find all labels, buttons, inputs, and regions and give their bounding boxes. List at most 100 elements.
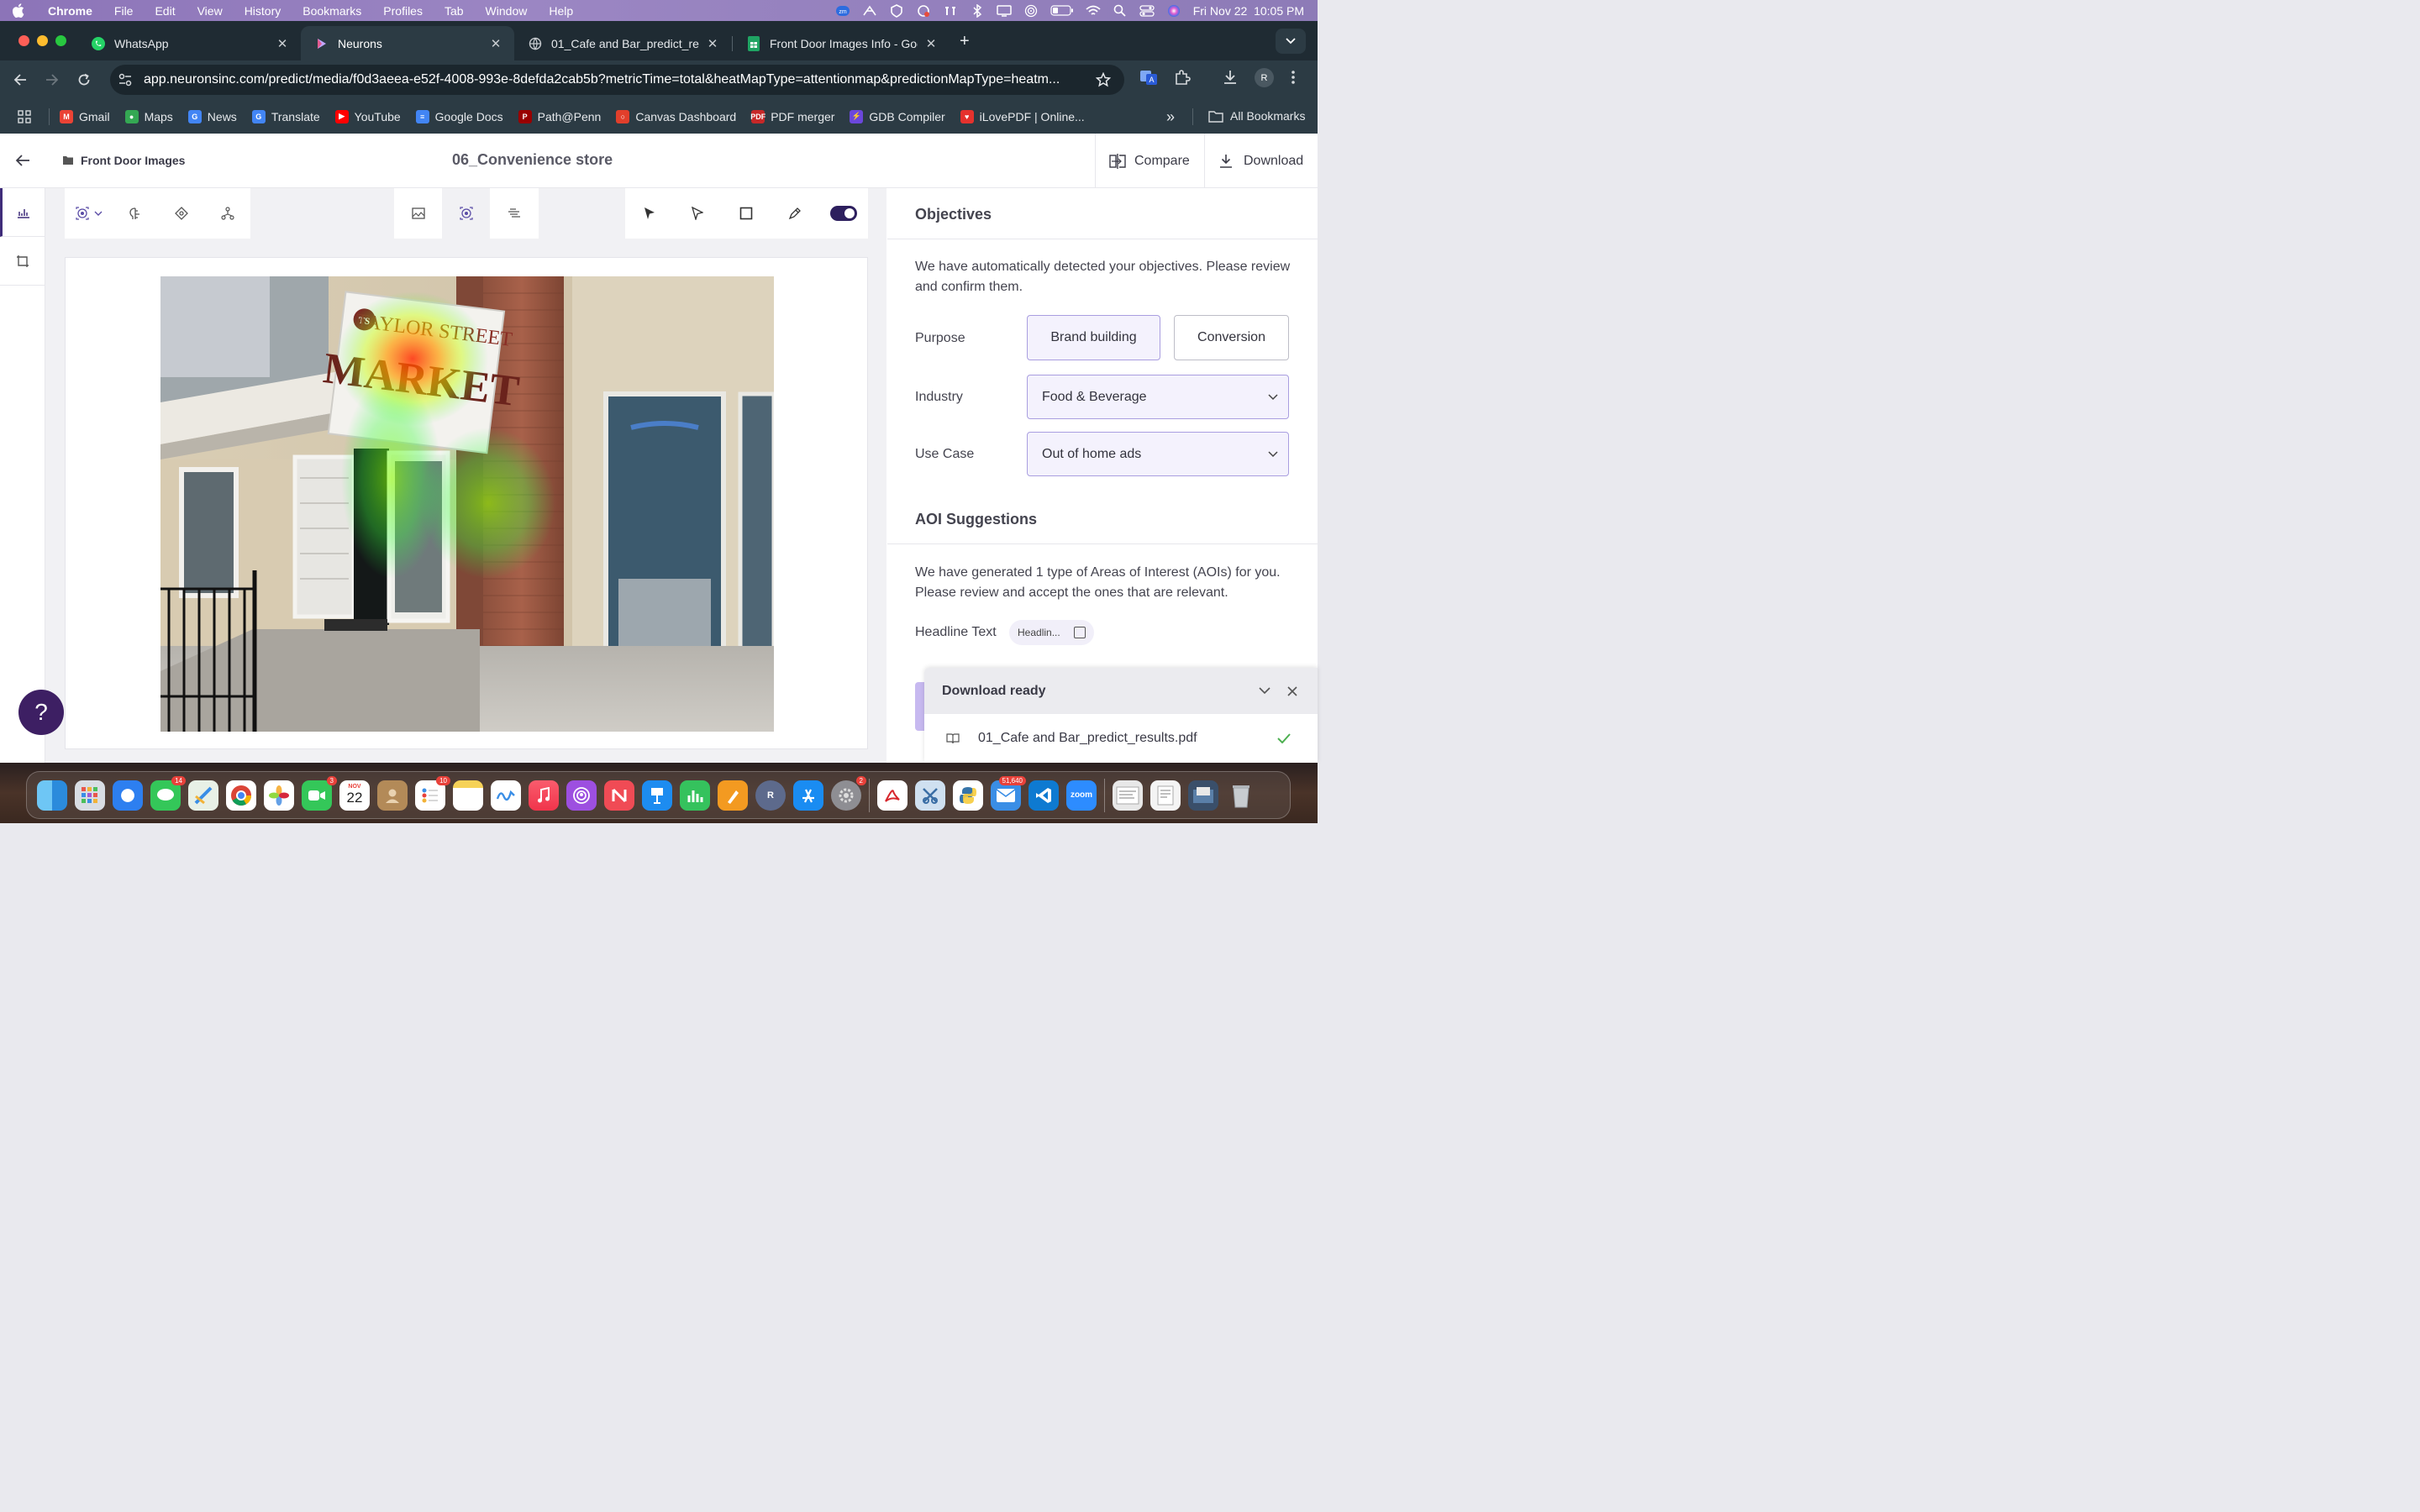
- menu-edit[interactable]: Edit: [144, 4, 186, 18]
- spotlight-search-icon[interactable]: [1113, 4, 1128, 17]
- bookmark-pdf-merger[interactable]: PDF PDF merger: [750, 109, 834, 123]
- menu-help[interactable]: Help: [538, 4, 584, 18]
- select-tool-icon[interactable]: [673, 188, 722, 239]
- rectangle-tool-icon[interactable]: [722, 188, 771, 239]
- menu-tab[interactable]: Tab: [434, 4, 475, 18]
- forward-button[interactable]: [36, 64, 68, 96]
- site-settings-icon[interactable]: [118, 73, 132, 87]
- pages-icon[interactable]: [718, 780, 748, 811]
- maps-icon[interactable]: [188, 780, 218, 811]
- downloads-stack-icon[interactable]: [1188, 780, 1218, 811]
- control-center-icon[interactable]: [1139, 4, 1155, 17]
- calendar-icon[interactable]: NOV 22: [339, 780, 370, 811]
- app-store-icon[interactable]: [793, 780, 823, 811]
- bookmark-gmail[interactable]: M Gmail: [60, 109, 110, 123]
- news-icon[interactable]: [604, 780, 634, 811]
- recent-document-icon[interactable]: [1113, 780, 1143, 811]
- siri-icon[interactable]: [1166, 4, 1181, 17]
- r-app-icon[interactable]: R: [755, 780, 786, 811]
- overlay-toggle[interactable]: [819, 188, 868, 239]
- download-file-row[interactable]: 01_Cafe and Bar_predict_results.pdf: [924, 714, 1318, 763]
- purpose-conversion-button[interactable]: Conversion: [1174, 315, 1289, 360]
- bookmark-maps[interactable]: ● Maps: [124, 109, 173, 123]
- tab-cafe-results[interactable]: 01_Cafe and Bar_predict_results ✕: [514, 26, 731, 60]
- new-tab-button[interactable]: +: [960, 32, 970, 51]
- menu-app-name[interactable]: Chrome: [37, 4, 103, 18]
- zoom-app-icon[interactable]: zoom: [1066, 780, 1097, 811]
- screenshot-tool-icon[interactable]: [915, 780, 945, 811]
- safari-icon[interactable]: [113, 780, 143, 811]
- airdrop-icon[interactable]: [1023, 4, 1039, 17]
- more-bookmarks-button[interactable]: »: [1166, 108, 1175, 126]
- network-tool-icon[interactable]: [204, 188, 250, 239]
- tab-google-sheets[interactable]: Front Door Images Info - Google Sheets ✕: [733, 26, 950, 60]
- extensions-icon[interactable]: [1174, 69, 1191, 86]
- close-tab-icon[interactable]: ✕: [706, 36, 719, 51]
- vpn-status-icon[interactable]: [889, 3, 904, 18]
- brain-tool-icon[interactable]: [113, 188, 158, 239]
- rail-crop-button[interactable]: [0, 237, 45, 286]
- all-bookmarks-button[interactable]: All Bookmarks: [1208, 109, 1305, 123]
- facetime-icon[interactable]: 3: [302, 775, 337, 811]
- zoom-window-button[interactable]: [55, 35, 66, 46]
- mail-icon[interactable]: 51,640: [991, 775, 1026, 811]
- aoi-checkbox[interactable]: [1073, 627, 1086, 638]
- contacts-icon[interactable]: [377, 780, 408, 811]
- fog-view-icon[interactable]: [490, 188, 539, 239]
- chrome-menu-icon[interactable]: [1291, 69, 1296, 86]
- menu-view[interactable]: View: [187, 4, 234, 18]
- airpods-icon[interactable]: [943, 5, 958, 17]
- bookmark-ilovepdf-online[interactable]: ♥ iLovePDF | Online...: [960, 109, 1085, 123]
- menu-file[interactable]: File: [103, 4, 145, 18]
- heatmap-image[interactable]: TS TAYLOR STREET MARKET: [160, 276, 774, 732]
- reload-button[interactable]: [68, 64, 100, 96]
- breadcrumb[interactable]: Front Door Images: [62, 154, 185, 167]
- tab-whatsapp[interactable]: WhatsApp ✕: [77, 26, 301, 60]
- close-window-button[interactable]: [18, 35, 29, 46]
- close-tab-icon[interactable]: ✕: [276, 36, 289, 51]
- reminders-icon[interactable]: 10: [415, 775, 450, 811]
- industry-select[interactable]: Food & Beverage: [1027, 375, 1289, 419]
- finder-icon[interactable]: [37, 780, 67, 811]
- bookmark-star-icon[interactable]: [1096, 72, 1111, 87]
- apps-grid-icon[interactable]: [0, 109, 49, 123]
- notes-icon[interactable]: [453, 780, 483, 811]
- headline-aoi-chip[interactable]: Headlin...: [1009, 620, 1094, 645]
- rail-analytics-button[interactable]: [0, 188, 45, 237]
- profile-avatar[interactable]: R: [1255, 68, 1274, 87]
- launchpad-icon[interactable]: [75, 780, 105, 811]
- bookmark-news[interactable]: G News: [187, 109, 237, 123]
- focus-tool-icon[interactable]: [158, 188, 204, 239]
- apple-menu-icon[interactable]: [12, 3, 37, 18]
- back-arrow-icon[interactable]: [15, 154, 30, 167]
- compare-button[interactable]: Compare: [1095, 134, 1204, 188]
- bookmark-translate[interactable]: G Translate: [251, 109, 320, 123]
- acrobat-icon[interactable]: [877, 780, 908, 811]
- photos-icon[interactable]: [264, 780, 294, 811]
- menu-profiles[interactable]: Profiles: [372, 4, 434, 18]
- menu-bookmarks[interactable]: Bookmarks: [292, 4, 372, 18]
- cloud-status-icon[interactable]: [916, 4, 931, 17]
- chrome-icon[interactable]: [226, 780, 256, 811]
- vscode-icon[interactable]: [1028, 780, 1059, 811]
- tab-search-button[interactable]: [1276, 29, 1306, 54]
- bookmark-google-docs[interactable]: ≡ Google Docs: [415, 109, 503, 123]
- battery-icon[interactable]: [1050, 5, 1074, 17]
- wifi-icon[interactable]: [1086, 5, 1101, 17]
- close-tab-icon[interactable]: ✕: [489, 36, 502, 51]
- messages-icon[interactable]: 14: [150, 775, 186, 811]
- tab-neurons[interactable]: Neurons ✕: [301, 26, 514, 60]
- help-button[interactable]: ?: [18, 690, 64, 735]
- metric-dropdown[interactable]: [65, 188, 113, 239]
- display-icon[interactable]: [996, 4, 1012, 17]
- downloads-icon[interactable]: [1222, 69, 1239, 86]
- python-launcher-icon[interactable]: [953, 780, 983, 811]
- download-button[interactable]: Download: [1204, 134, 1318, 188]
- minimize-window-button[interactable]: [37, 35, 48, 46]
- freeform-icon[interactable]: [491, 780, 521, 811]
- address-bar[interactable]: app.neuronsinc.com/predict/media/f0d3aee…: [110, 65, 1124, 95]
- bookmark-canvas-dashboard[interactable]: ○ Canvas Dashboard: [616, 109, 736, 123]
- translate-extension-icon[interactable]: A: [1139, 68, 1158, 87]
- pointer-tool-icon[interactable]: [625, 188, 673, 239]
- purpose-brand-building-button[interactable]: Brand building: [1027, 315, 1160, 360]
